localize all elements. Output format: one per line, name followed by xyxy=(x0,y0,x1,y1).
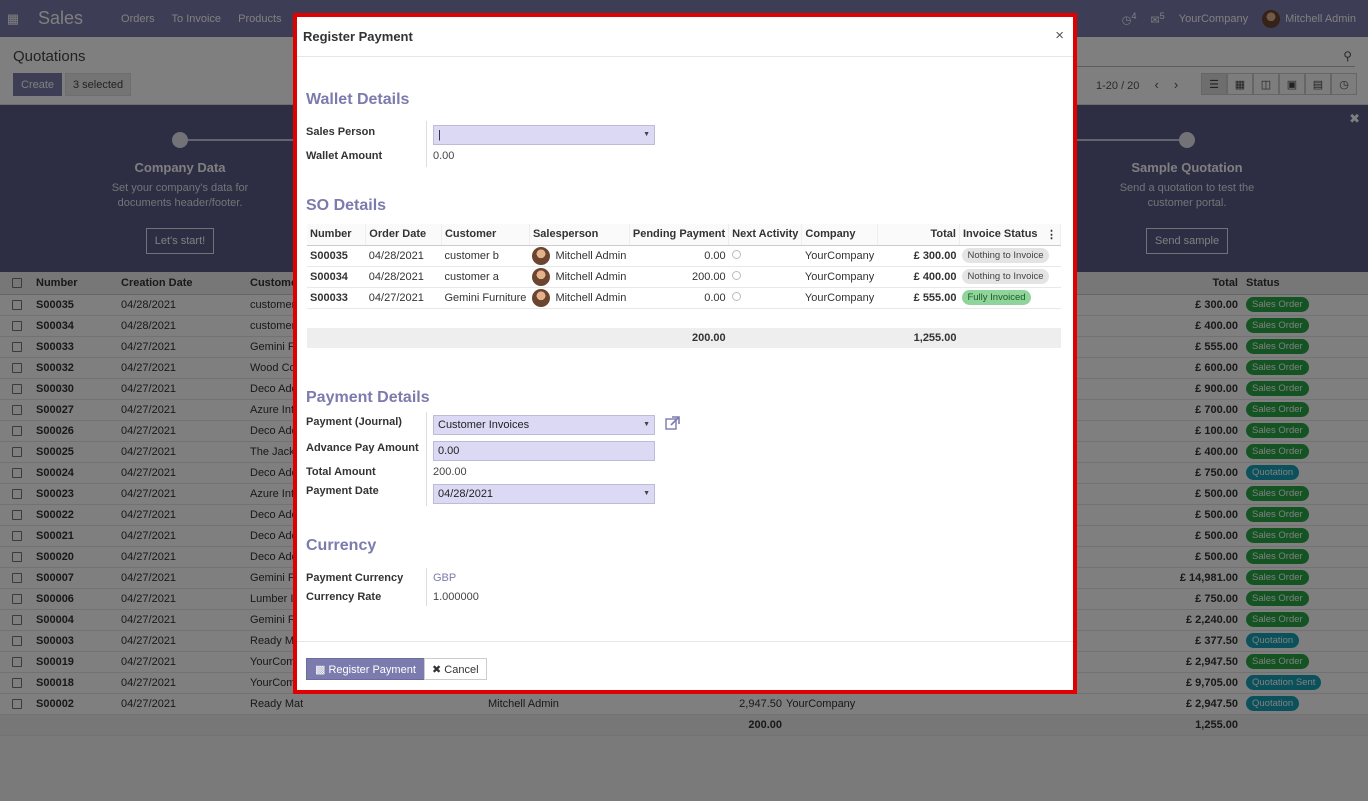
total-amount-label: Total Amount xyxy=(306,466,376,478)
so-order-date: 04/27/2021 xyxy=(365,287,442,309)
so-column-salesperson[interactable]: Salesperson xyxy=(529,224,630,246)
clock-icon xyxy=(731,270,741,280)
clock-icon xyxy=(731,291,741,301)
currency-rate-label: Currency Rate xyxy=(306,591,382,603)
so-salesperson: Mitchell Admin xyxy=(529,287,630,309)
so-customer: Gemini Furniture xyxy=(441,287,530,309)
external-link-icon[interactable] xyxy=(665,416,680,433)
status-badge: Fully Invoiced xyxy=(962,290,1031,305)
dialog-title: Register Payment xyxy=(303,29,413,44)
so-order-date: 04/28/2021 xyxy=(365,266,442,288)
avatar xyxy=(532,267,551,286)
so-company: YourCompany xyxy=(801,266,878,288)
so-salesperson: Mitchell Admin xyxy=(529,266,630,288)
payment-currency-link[interactable]: GBP xyxy=(433,572,456,584)
payment-details-heading: Payment Details xyxy=(306,389,430,406)
money-icon: ▩ xyxy=(315,663,329,676)
wallet-amount-label: Wallet Amount xyxy=(306,150,383,162)
so-row[interactable]: S00033 04/27/2021 Gemini Furniture Mitchell… xyxy=(307,287,1061,309)
field-separator xyxy=(426,568,427,606)
dialog-footer: ▩ Register Payment ✖ Cancel xyxy=(297,641,1073,694)
so-number: S00034 xyxy=(307,266,366,288)
field-separator xyxy=(426,121,427,167)
column-options-icon[interactable]: ⋮ xyxy=(1046,228,1057,241)
cancel-button[interactable]: ✖ Cancel xyxy=(424,658,487,680)
so-row[interactable]: S00034 04/28/2021 customer a Mitchell Admin… xyxy=(307,266,1061,288)
so-footer-pending: 200.00 xyxy=(629,328,729,348)
so-invoice-status: Nothing to Invoice xyxy=(959,245,1061,267)
so-salesperson: Mitchell Admin xyxy=(529,245,630,267)
payment-journal-label: Payment (Journal) xyxy=(306,416,402,428)
close-icon: ✖ xyxy=(432,663,445,676)
so-next-activity[interactable] xyxy=(728,287,802,309)
avatar xyxy=(532,246,551,265)
register-payment-dialog: Register Payment × Wallet Details Sales … xyxy=(293,13,1077,694)
so-customer: customer b xyxy=(441,245,530,267)
close-icon[interactable]: × xyxy=(1055,27,1064,44)
so-column-total[interactable]: Total xyxy=(877,224,960,246)
advance-pay-label: Advance Pay Amount xyxy=(306,442,419,454)
dialog-header: Register Payment × xyxy=(297,17,1073,57)
status-badge: Nothing to Invoice xyxy=(962,269,1049,284)
so-total: £ 300.00 xyxy=(877,245,960,267)
wallet-amount-value: 0.00 xyxy=(433,150,455,162)
currency-heading: Currency xyxy=(306,537,377,554)
so-total: £ 400.00 xyxy=(877,266,960,288)
payment-journal-value: Customer Invoices xyxy=(438,419,530,431)
so-customer: customer a xyxy=(441,266,530,288)
so-pending: 0.00 xyxy=(629,287,729,309)
total-amount-value: 200.00 xyxy=(433,466,467,478)
so-column-customer[interactable]: Customer xyxy=(441,224,530,246)
so-footer-row: 200.00 1,255.00 xyxy=(307,328,1061,348)
clock-icon xyxy=(731,249,741,259)
payment-date-label: Payment Date xyxy=(306,485,379,497)
so-column-next-activity[interactable]: Next Activity xyxy=(728,224,803,246)
register-payment-button[interactable]: ▩ Register Payment xyxy=(306,658,425,680)
currency-rate-value: 1.000000 xyxy=(433,591,479,603)
caret-down-icon: ▼ xyxy=(643,421,650,428)
so-column-pending-payment[interactable]: Pending Payment xyxy=(629,224,730,246)
avatar xyxy=(532,288,551,307)
wallet-details-heading: Wallet Details xyxy=(306,91,410,108)
so-total: £ 555.00 xyxy=(877,287,960,309)
so-number: S00035 xyxy=(307,245,366,267)
so-pending: 200.00 xyxy=(629,266,729,288)
so-next-activity[interactable] xyxy=(728,245,802,267)
so-company: YourCompany xyxy=(801,287,878,309)
spacer-row xyxy=(307,308,1061,328)
payment-currency-label: Payment Currency xyxy=(306,572,404,584)
payment-journal-select[interactable]: Customer Invoices ▼ xyxy=(433,415,655,435)
so-details-heading: SO Details xyxy=(306,197,387,214)
status-badge: Nothing to Invoice xyxy=(962,248,1049,263)
so-pending: 0.00 xyxy=(629,245,729,267)
advance-pay-input[interactable]: 0.00 xyxy=(433,441,655,461)
payment-date-input[interactable]: 04/28/2021 ▼ xyxy=(433,484,655,504)
field-separator xyxy=(426,412,427,506)
so-company: YourCompany xyxy=(801,245,878,267)
so-column-order-date[interactable]: Order Date xyxy=(365,224,442,246)
sales-person-select[interactable]: | ▼ xyxy=(433,125,655,145)
so-column-company[interactable]: Company xyxy=(801,224,878,246)
sales-person-value: | xyxy=(438,129,441,141)
payment-date-value: 04/28/2021 xyxy=(438,488,494,500)
so-row[interactable]: S00035 04/28/2021 customer b Mitchell Admin… xyxy=(307,245,1061,267)
so-details-table: Number Order Date Customer Salesperson P… xyxy=(307,224,1062,348)
so-column-number[interactable]: Number xyxy=(307,224,367,246)
caret-down-icon: ▼ xyxy=(643,490,650,497)
so-footer-total: 1,255.00 xyxy=(877,328,960,348)
so-column-invoice-status[interactable]: Invoice Status ⋮ xyxy=(959,224,1062,246)
sales-person-label: Sales Person xyxy=(306,126,376,138)
so-next-activity[interactable] xyxy=(728,266,802,288)
so-invoice-status: Fully Invoiced xyxy=(959,287,1061,309)
so-order-date: 04/28/2021 xyxy=(365,245,442,267)
so-number: S00033 xyxy=(307,287,366,309)
caret-down-icon: ▼ xyxy=(643,131,650,138)
so-invoice-status: Nothing to Invoice xyxy=(959,266,1061,288)
